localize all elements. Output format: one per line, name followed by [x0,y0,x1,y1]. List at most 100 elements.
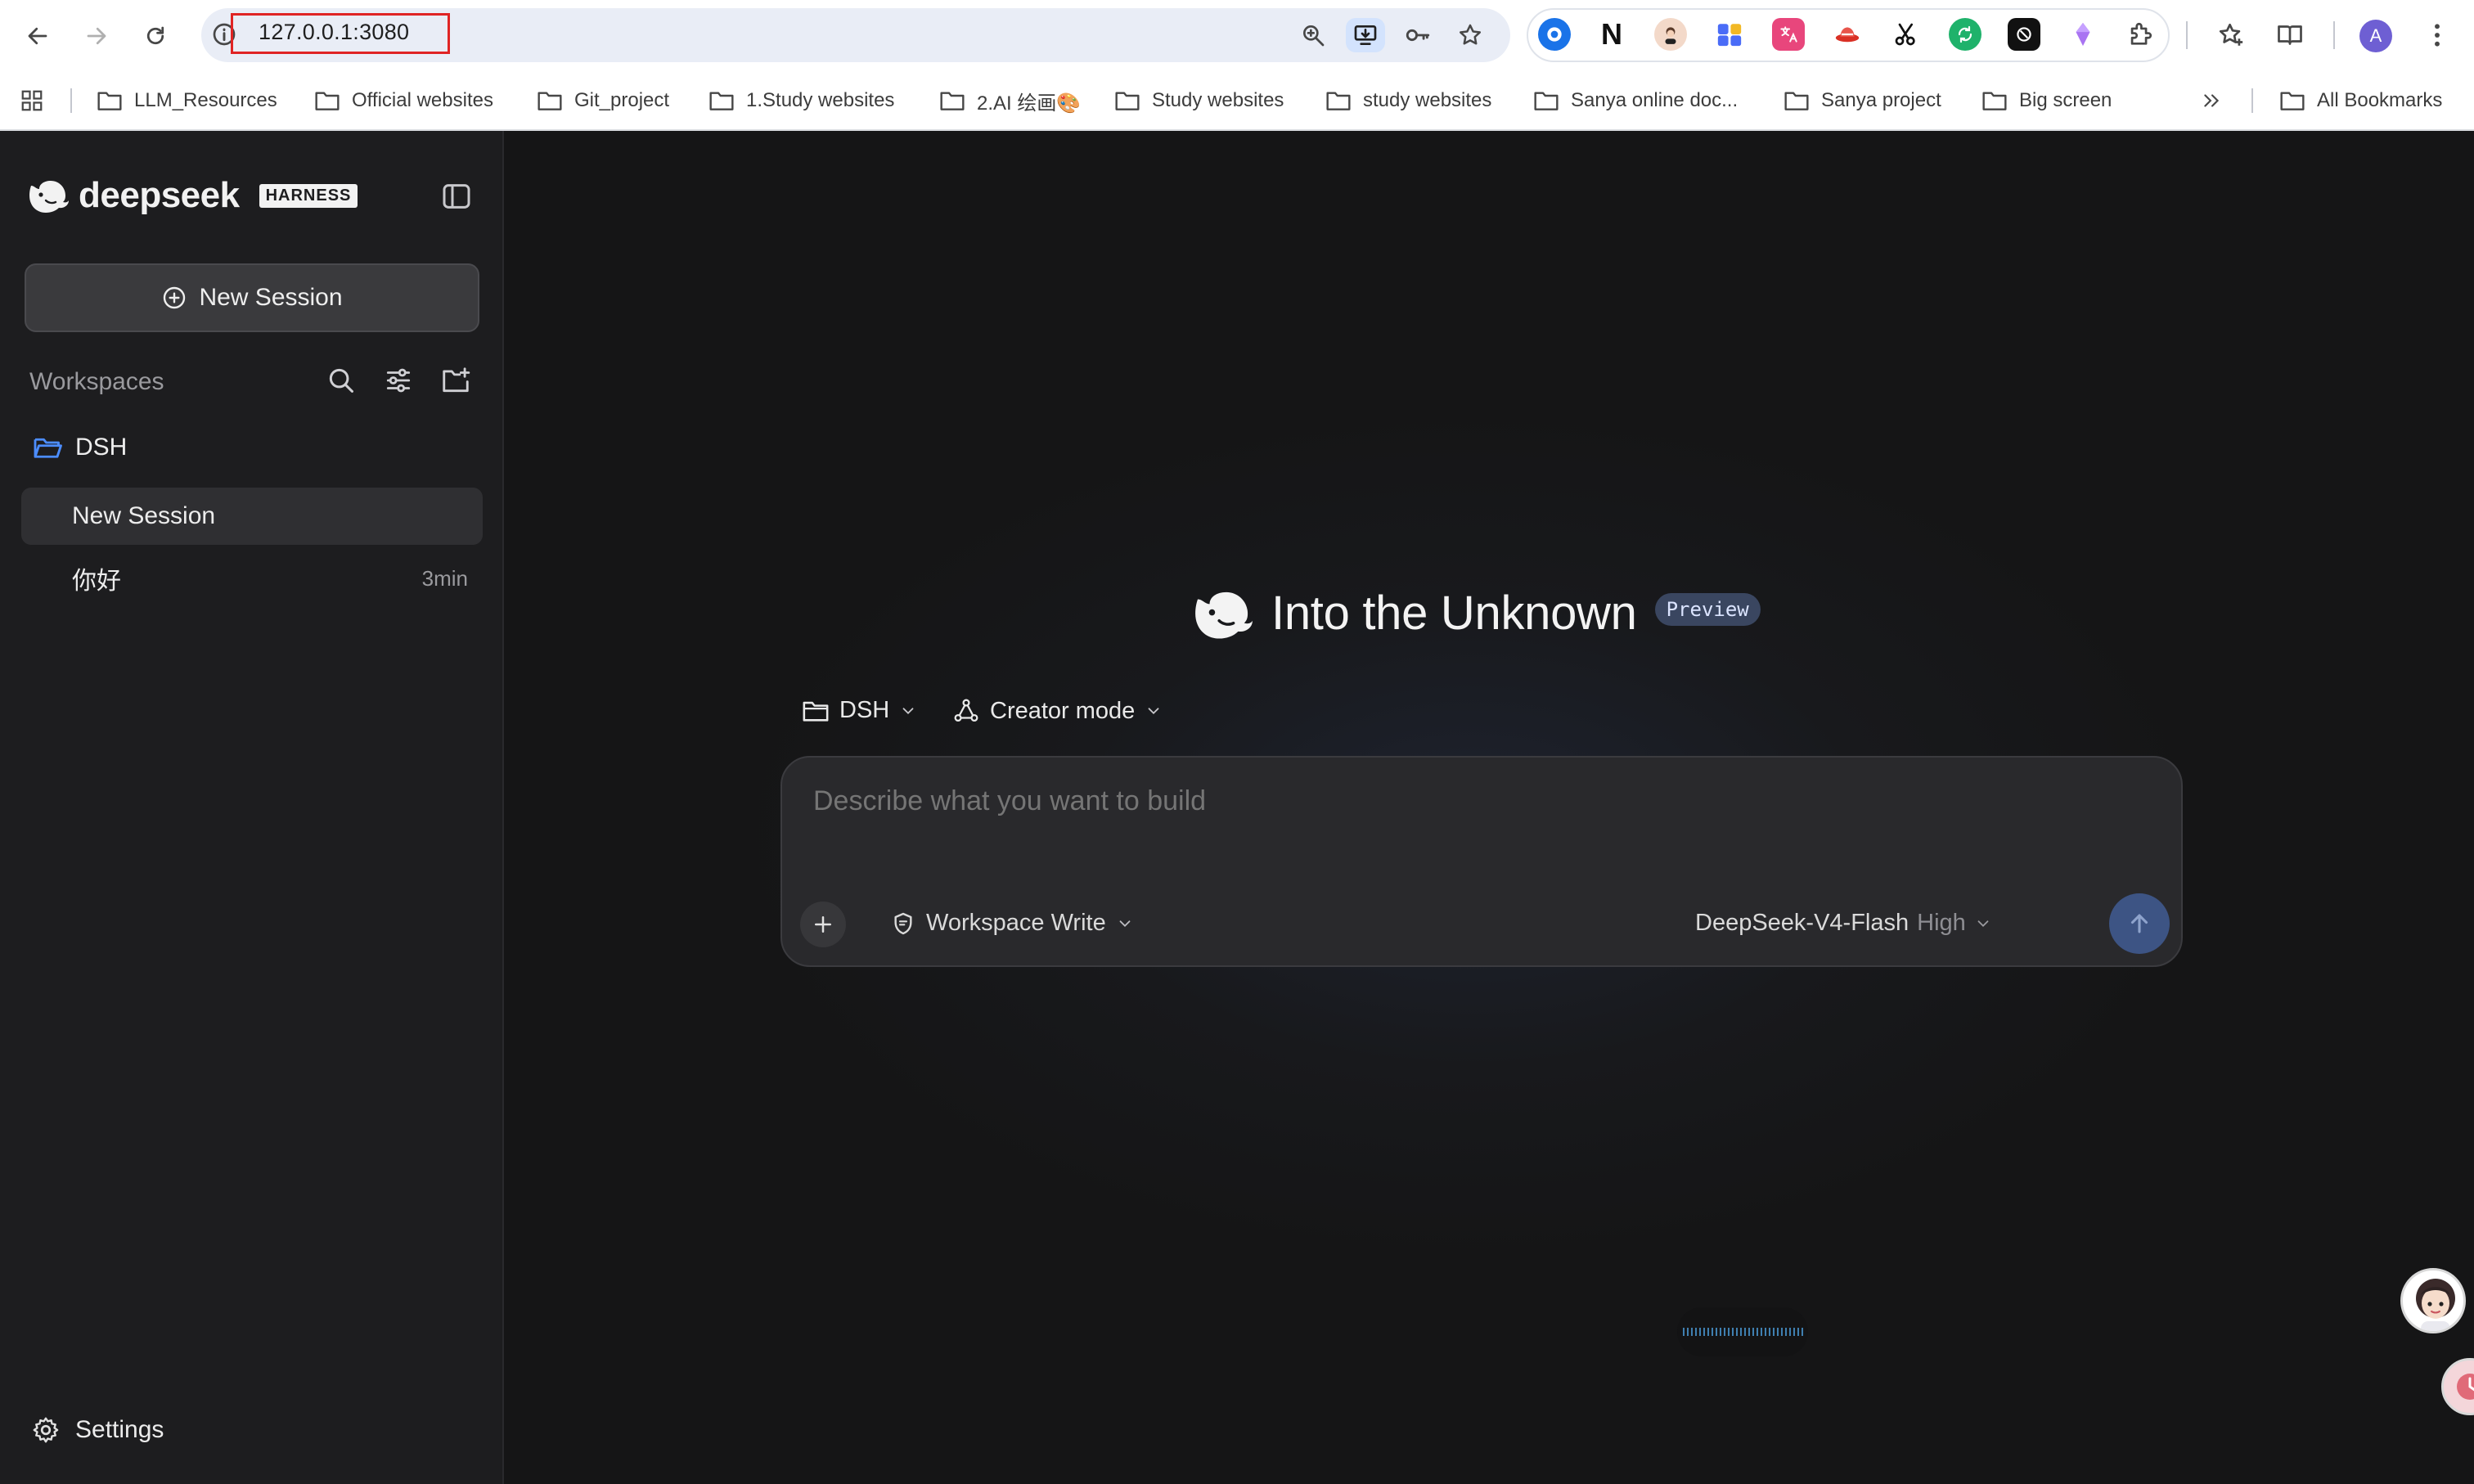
chevron-down-icon [1977,920,1989,927]
gear-icon [33,1417,59,1443]
bookmark-folder[interactable]: Study websites [1114,87,1284,115]
bookmark-folder[interactable]: Sanya project [1784,87,1941,115]
extension-grid-icon[interactable] [1713,18,1746,51]
install-app-icon[interactable] [1346,18,1385,52]
bookmark-label: 2.AI 绘画🎨 [977,92,1082,115]
settings-label: Settings [75,1416,164,1443]
notion-icon[interactable]: N [1595,17,1628,51]
workspace-picker-label: DSH [839,697,890,723]
arrow-right-icon [87,27,106,45]
bookmarks-star-icon[interactable] [2214,18,2248,52]
model-picker[interactable]: DeepSeek-V4-Flash High [1695,910,1992,937]
extension-dark-icon[interactable] [2008,18,2040,51]
attach-button[interactable] [800,902,846,947]
session-item[interactable]: 你好 3min [21,550,483,607]
arrow-up-icon [2130,914,2148,933]
bookmark-label: 1.Study websites [746,89,895,111]
bookmark-label: study websites [1363,89,1492,111]
filter-sliders-icon[interactable] [383,365,416,398]
bookmark-label: LLM_Resources [134,89,277,111]
folder-icon [1115,92,1140,110]
extension-sync-icon[interactable] [1949,18,1981,51]
profile-avatar[interactable]: A [2359,20,2392,52]
sidebar-toggle-icon[interactable] [440,180,473,213]
extension-avatar-icon[interactable] [1654,18,1687,51]
folder-icon [709,92,734,110]
bookmark-folder[interactable]: Git_project [537,87,669,115]
browser-chrome: 127.0.0.1:3080 N A LLM_Resources Officia… [0,0,2474,131]
kebab-menu-icon[interactable] [2420,18,2454,52]
browser-toolbar: 127.0.0.1:3080 N A [0,0,2474,70]
session-item[interactable]: New Session [21,488,483,545]
settings-button[interactable]: Settings [31,1415,164,1445]
plus-circle-icon [164,286,186,309]
deepseek-logo[interactable]: deepseek HARNESS [28,175,358,216]
brand-name: deepseek [79,175,240,215]
bookmark-label: Study websites [1152,89,1284,111]
bookmark-folder[interactable]: LLM_Resources [97,87,277,115]
apps-grid-icon[interactable] [20,87,44,115]
bookmark-star-icon[interactable] [1453,18,1487,52]
folder-icon [1326,92,1351,110]
folder-icon [1534,92,1559,110]
plus-icon [815,916,831,933]
translate-icon[interactable] [1772,18,1805,51]
folder-icon [97,92,122,110]
mode-picker[interactable]: Creator mode [952,697,1163,725]
bookmark-folder[interactable]: 1.Study websites [708,87,894,115]
bookmark-label: Sanya project [1821,89,1941,111]
reload-button[interactable] [136,16,175,56]
workspace-item-dsh[interactable]: DSH [33,434,127,461]
bookmark-label: Sanya online doc... [1571,89,1739,111]
new-folder-icon[interactable] [440,365,473,398]
model-name: DeepSeek-V4-Flash [1695,910,1909,936]
permission-picker[interactable]: Workspace Write [890,910,1134,937]
extensions-puzzle-icon[interactable] [2124,18,2157,51]
extension-crystal-icon[interactable] [2067,18,2099,51]
reading-list-icon[interactable] [2273,18,2307,52]
scissors-icon[interactable] [1890,18,1923,51]
bookmark-folder[interactable]: Big screen [1981,87,2112,115]
search-icon[interactable] [326,365,358,398]
workspace-name: DSH [75,434,128,461]
extension-hat-icon[interactable] [1831,18,1864,51]
workspace-picker[interactable]: DSH [802,697,917,724]
waveform-indicator [1677,1307,1808,1356]
password-key-icon[interactable] [1401,18,1435,52]
bookmark-label: Big screen [2019,89,2112,111]
floating-widget-icon[interactable] [2441,1358,2474,1415]
back-button[interactable] [18,16,57,56]
forward-button[interactable] [77,16,116,56]
permission-label: Workspace Write [926,910,1106,936]
folder-icon [940,92,965,110]
preview-badge: Preview [1654,592,1761,626]
all-bookmarks[interactable]: All Bookmarks [2279,87,2442,115]
url-highlight-box [231,13,450,54]
folder-icon [1784,92,1809,110]
composer: Workspace Write DeepSeek-V4-Flash High [780,756,2183,967]
bookmark-folder[interactable]: Official websites [314,87,493,115]
toolbar-divider [2186,21,2188,49]
new-session-button[interactable]: New Session [25,263,479,332]
chevron-down-icon [902,707,914,714]
whale-logo-icon [1195,591,1253,639]
bookmark-folder[interactable]: study websites [1325,87,1491,115]
session-title: 你好 [72,568,121,595]
all-bookmarks-label: All Bookmarks [2317,89,2443,111]
mode-picker-label: Creator mode [990,697,1136,724]
send-button[interactable] [2109,893,2170,954]
chevron-down-icon [1148,708,1159,715]
folder-icon [1982,92,2007,110]
bookmark-folder[interactable]: 2.AI 绘画🎨 [939,87,1081,115]
zoom-icon[interactable] [1296,18,1330,52]
folder-icon [315,92,340,110]
floating-assistant-avatar[interactable] [2400,1268,2466,1333]
prompt-input[interactable] [813,785,1877,817]
folder-icon [538,92,562,110]
bookmarks-divider [70,88,72,113]
more-bookmarks-chevron-icon[interactable] [2201,87,2222,115]
bookmark-folder[interactable]: Sanya online doc... [1533,87,1738,115]
whale-logo-icon [29,181,69,213]
shield-icon [894,912,912,934]
extension-globe-icon[interactable] [1538,18,1571,51]
